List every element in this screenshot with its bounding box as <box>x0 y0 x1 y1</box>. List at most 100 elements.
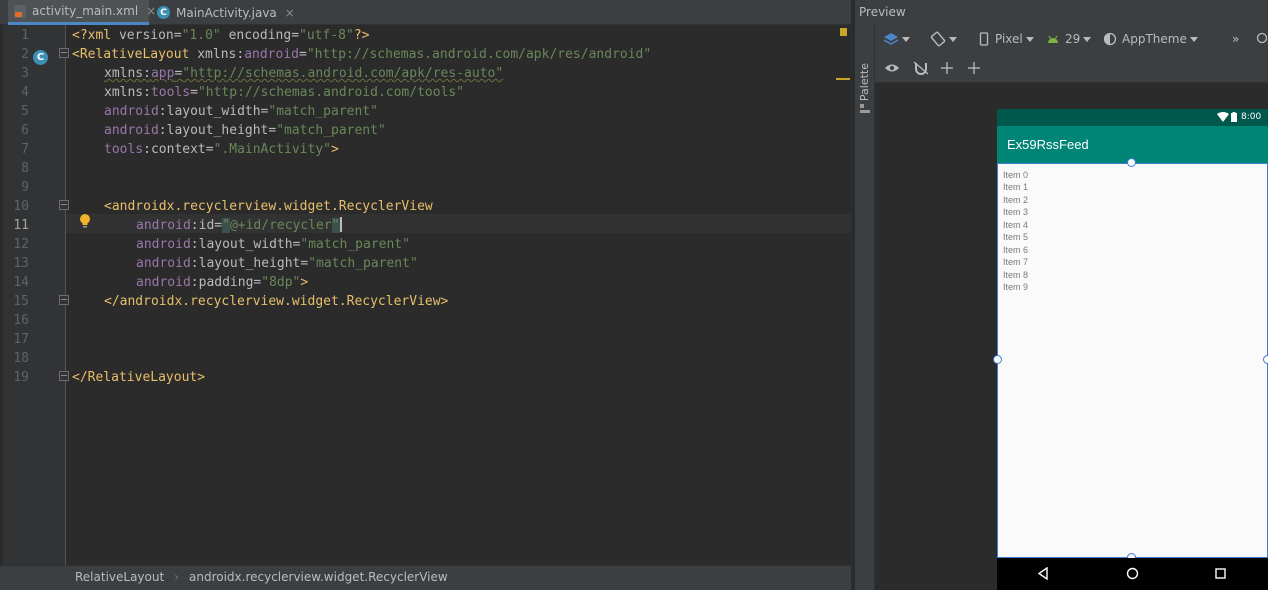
line-number: 12 <box>13 237 29 252</box>
align-vertical-icon <box>968 62 980 74</box>
line-number: 16 <box>13 313 29 328</box>
line-number: 7 <box>21 142 29 157</box>
view-options-button[interactable] <box>884 58 900 78</box>
tab-label: MainActivity.java <box>176 5 277 20</box>
chevron-down-icon <box>1189 36 1198 42</box>
api-label: 29 <box>1065 32 1081 46</box>
list-item[interactable]: Item 1 <box>1003 182 1028 193</box>
code-line: android:id="@+id/recycler" <box>136 217 342 233</box>
theme-icon <box>1103 32 1117 46</box>
line-number: 19 <box>13 370 29 385</box>
more-actions-button[interactable]: » <box>1232 29 1239 49</box>
line-number: 17 <box>13 332 29 347</box>
list-item[interactable]: Item 5 <box>1003 232 1028 243</box>
code-editor[interactable]: 1 2 3 4 5 6 7 8 9 10 11 12 13 14 15 16 1… <box>0 25 851 565</box>
phone-icon <box>979 32 989 46</box>
list-item[interactable]: Item 7 <box>1003 257 1028 268</box>
recycler-view[interactable]: Item 0 Item 1 Item 2 Item 3 Item 4 Item … <box>997 163 1268 558</box>
breadcrumb: RelativeLayout › androidx.recyclerview.w… <box>0 565 851 587</box>
fold-toggle[interactable] <box>59 371 69 381</box>
home-icon[interactable] <box>1126 567 1139 580</box>
eye-icon <box>885 64 899 72</box>
status-bar: 8:00 <box>997 109 1268 126</box>
breadcrumb-item[interactable]: androidx.recyclerview.widget.RecyclerVie… <box>189 570 448 584</box>
line-number: 3 <box>21 66 29 81</box>
device-preview[interactable]: 8:00 Ex59RssFeed Item 0 Item 1 Item 2 It… <box>993 109 1268 590</box>
vertical-margin-button[interactable] <box>967 58 981 78</box>
code-line: xmlns:tools="http://schemas.android.com/… <box>104 85 465 100</box>
chevron-down-icon <box>1083 36 1092 42</box>
tab-activity-main-xml[interactable]: activity_main.xml × <box>8 0 156 25</box>
status-time: 8:00 <box>1241 112 1262 122</box>
magnet-off-icon <box>913 61 929 75</box>
breadcrumb-item[interactable]: RelativeLayout <box>75 570 164 584</box>
list-item[interactable]: Item 2 <box>1003 195 1028 206</box>
horizontal-margin-button[interactable] <box>940 58 954 78</box>
breadcrumb-separator: › <box>174 569 179 584</box>
theme-selector[interactable]: AppTheme <box>1103 29 1198 49</box>
zoom-button[interactable] <box>1255 29 1267 49</box>
autoconnect-toggle[interactable] <box>913 58 929 78</box>
code-line: tools:context=".MainActivity"> <box>104 142 339 157</box>
palette-icon[interactable] <box>859 103 871 115</box>
palette-strip[interactable]: Palette <box>855 25 875 590</box>
device-selector[interactable]: Pixel <box>979 29 1034 49</box>
warning-stripe[interactable] <box>836 78 850 80</box>
list-item[interactable]: Item 8 <box>1003 270 1028 281</box>
code-line: android:layout_height="match_parent" <box>136 256 418 271</box>
line-number: 15 <box>13 294 29 309</box>
fold-toggle[interactable] <box>59 200 69 210</box>
java-class-icon: C <box>157 6 170 20</box>
list-item[interactable]: Item 9 <box>1003 282 1028 293</box>
code-line: android:padding="8dp"> <box>136 275 309 290</box>
line-number: 9 <box>21 180 29 195</box>
resize-handle-top[interactable] <box>1127 158 1136 167</box>
android-icon <box>1048 35 1058 43</box>
orientation-button[interactable] <box>930 29 957 49</box>
line-number: 18 <box>13 351 29 366</box>
code-text[interactable]: <?xml version="1.0" encoding="utf-8"?> <… <box>72 25 651 385</box>
recents-icon[interactable] <box>1215 568 1226 579</box>
chevron-down-icon <box>902 36 910 42</box>
preview-toolbar: Pixel 29 AppTheme » <box>875 25 1268 83</box>
close-icon[interactable]: × <box>285 6 295 20</box>
xml-file-icon <box>14 4 26 18</box>
fold-toggle[interactable] <box>59 295 69 305</box>
api-level-selector[interactable]: 29 <box>1046 29 1092 49</box>
list-item[interactable]: Item 3 <box>1003 207 1028 218</box>
resize-handle-left[interactable] <box>993 355 1002 364</box>
text-cursor <box>339 217 342 232</box>
more-icon: » <box>1232 32 1240 46</box>
code-line: android:layout_width="match_parent" <box>104 104 378 119</box>
rotate-icon <box>930 31 946 47</box>
code-line: android:layout_height="match_parent" <box>104 123 386 138</box>
design-surface-button[interactable] <box>883 29 910 49</box>
code-line: xmlns:app="http://schemas.android.com/ap… <box>104 66 504 81</box>
line-number: 8 <box>21 161 29 176</box>
line-number: 6 <box>21 123 29 138</box>
code-line: </androidx.recyclerview.widget.RecyclerV… <box>104 294 449 309</box>
list-item[interactable]: Item 4 <box>1003 220 1028 231</box>
line-number: 5 <box>21 104 29 119</box>
line-number: 13 <box>13 256 29 271</box>
line-number: 1 <box>21 28 29 43</box>
tab-label: activity_main.xml <box>32 4 139 18</box>
editor-tab-bar: activity_main.xml × C MainActivity.java … <box>0 0 851 25</box>
theme-label: AppTheme <box>1122 32 1187 46</box>
line-number-gutter[interactable]: 1 2 3 4 5 6 7 8 9 10 11 12 13 14 15 16 1… <box>3 25 66 565</box>
resize-handle-right[interactable] <box>1263 355 1268 364</box>
class-link-icon[interactable]: C <box>33 45 48 65</box>
list-item[interactable]: Item 6 <box>1003 245 1028 256</box>
magnifier-icon <box>1256 32 1267 44</box>
preview-title: Preview <box>859 5 906 19</box>
tab-main-activity-java[interactable]: C MainActivity.java × <box>151 0 295 25</box>
back-icon[interactable] <box>1037 567 1049 580</box>
app-title: Ex59RssFeed <box>1007 137 1089 152</box>
warning-marker[interactable] <box>840 28 847 36</box>
code-line: <?xml version="1.0" encoding="utf-8"?> <box>72 28 370 43</box>
fold-toggle[interactable] <box>59 48 69 58</box>
line-number: 4 <box>21 85 29 100</box>
line-number: 10 <box>13 199 29 214</box>
list-item[interactable]: Item 0 <box>1003 170 1028 181</box>
palette-label[interactable]: Palette <box>858 63 871 101</box>
